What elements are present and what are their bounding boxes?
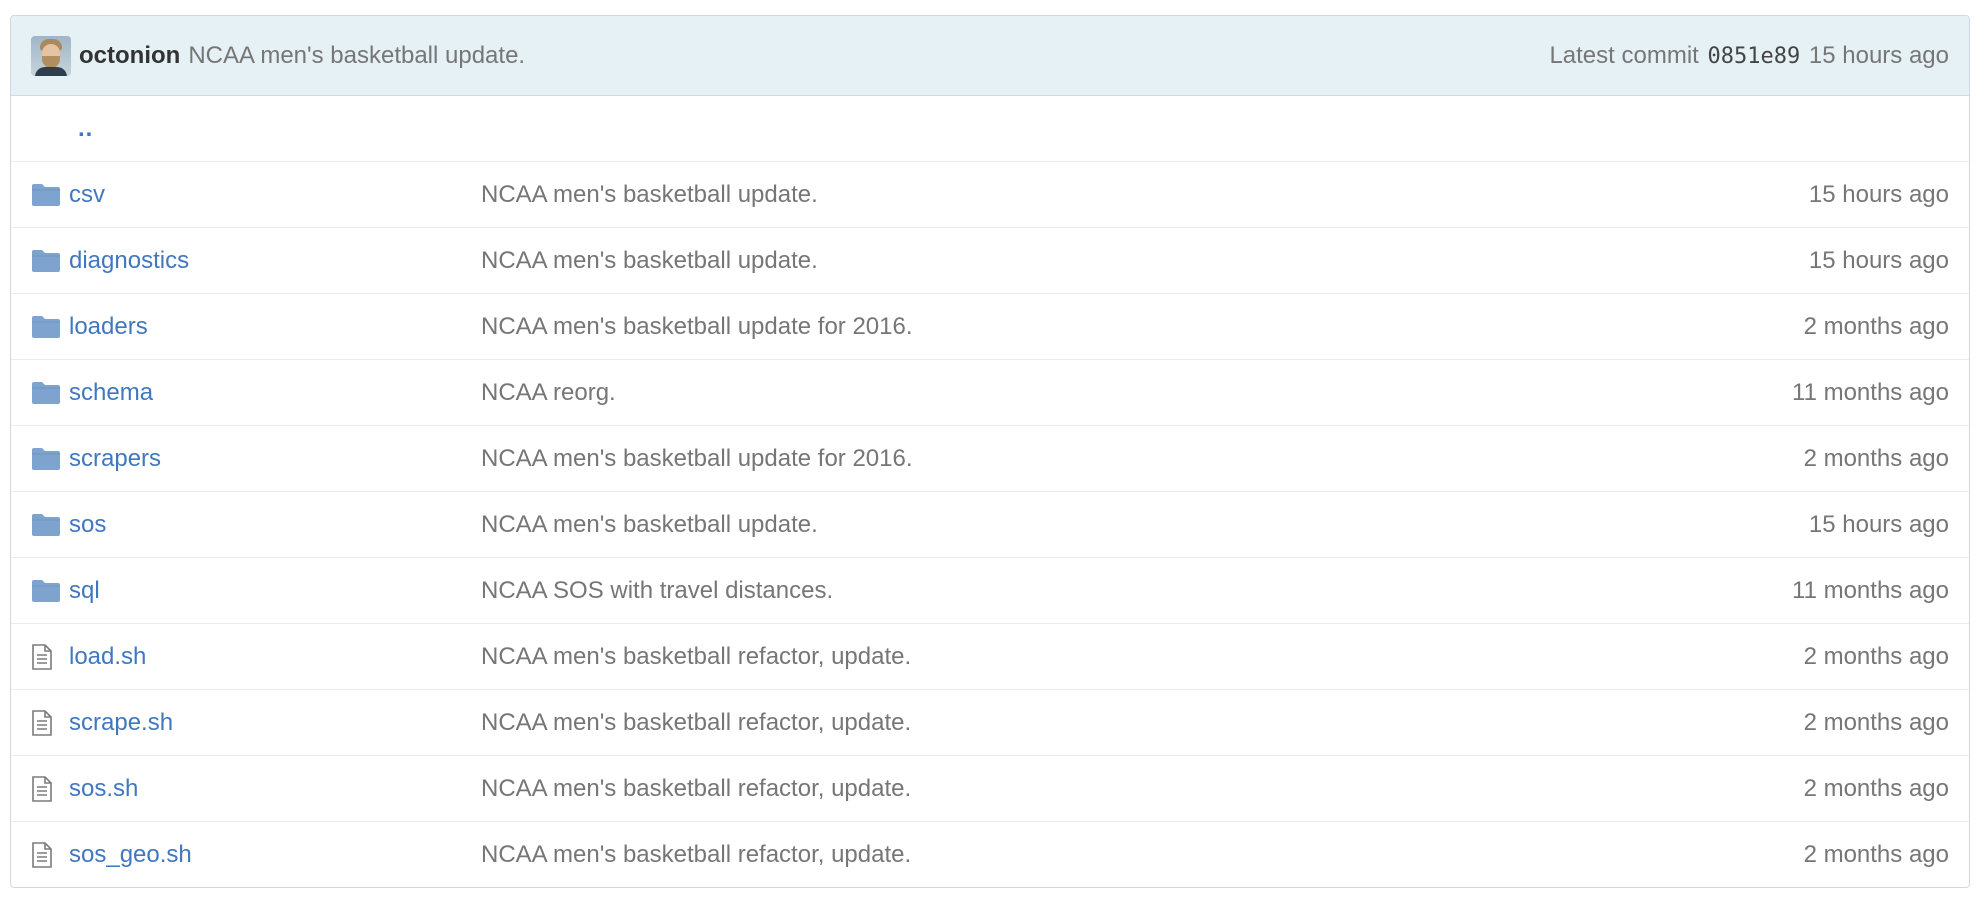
file-commit-message[interactable]: NCAA men's basketball update for 2016. (481, 445, 1804, 473)
folder-icon (31, 447, 69, 471)
file-commit-message[interactable]: NCAA men's basketball update for 2016. (481, 313, 1804, 341)
file-icon (31, 775, 69, 802)
file-commit-age: 11 months ago (1792, 576, 1949, 604)
commit-author-link[interactable]: octonion (79, 42, 180, 70)
file-commit-age: 15 hours ago (1808, 180, 1949, 208)
file-name-cell: csv (69, 181, 481, 209)
file-row: csv NCAA men's basketball update. 15 hours… (11, 161, 1969, 227)
file-commit-age: 11 months ago (1792, 378, 1949, 406)
folder-icon (31, 579, 69, 603)
file-commit-age: 2 months ago (1803, 840, 1949, 868)
file-link[interactable]: sos_geo.sh (69, 841, 192, 868)
commit-age: 15 hours ago (1808, 41, 1949, 69)
file-commit-age: 2 months ago (1803, 708, 1949, 736)
file-commit-age: 2 months ago (1803, 312, 1949, 340)
file-name-cell: sos (69, 511, 481, 539)
file-name-cell: scrapers (69, 445, 481, 473)
file-row: sos_geo.sh NCAA men's basketball refactor… (11, 821, 1969, 887)
file-commit-message[interactable]: NCAA men's basketball refactor, update. (481, 841, 1804, 869)
file-commit-message[interactable]: NCAA SOS with travel distances. (481, 577, 1792, 605)
file-row: scrapers NCAA men's basketball update for… (11, 425, 1969, 491)
parent-directory-row: .. (11, 96, 1969, 161)
file-icon (31, 709, 69, 736)
author-avatar[interactable] (31, 35, 71, 76)
file-row: sos.sh NCAA men's basketball refactor, up… (11, 755, 1969, 821)
directory-link[interactable]: loaders (69, 313, 148, 340)
file-link[interactable]: load.sh (69, 643, 146, 670)
file-commit-age: 2 months ago (1803, 774, 1949, 802)
file-commit-message[interactable]: NCAA men's basketball refactor, update. (481, 775, 1804, 803)
folder-icon (31, 381, 69, 405)
file-icon (31, 643, 69, 670)
parent-directory-link[interactable]: .. (78, 115, 93, 143)
directory-link[interactable]: schema (69, 379, 153, 406)
latest-commit-label: Latest commit (1549, 41, 1699, 69)
latest-commit-bar: octonion NCAA men's basketball update. L… (11, 16, 1969, 96)
file-name-cell: sos.sh (69, 775, 481, 803)
folder-icon (31, 249, 69, 273)
file-row: sql NCAA SOS with travel distances. 11 mon… (11, 557, 1969, 623)
file-list: csv NCAA men's basketball update. 15 hours… (11, 161, 1969, 887)
file-commit-age: 15 hours ago (1808, 246, 1949, 274)
file-row: diagnostics NCAA men's basketball update.… (11, 227, 1969, 293)
file-row: scrape.sh NCAA men's basketball refactor,… (11, 689, 1969, 755)
directory-link[interactable]: diagnostics (69, 247, 189, 274)
file-link[interactable]: scrape.sh (69, 709, 173, 736)
file-commit-age: 15 hours ago (1808, 510, 1949, 538)
file-commit-message[interactable]: NCAA reorg. (481, 379, 1792, 407)
file-commit-age: 2 months ago (1803, 444, 1949, 472)
folder-icon (31, 315, 69, 339)
file-name-cell: schema (69, 379, 481, 407)
file-browser: octonion NCAA men's basketball update. L… (10, 15, 1970, 888)
file-row: loaders NCAA men's basketball update for … (11, 293, 1969, 359)
folder-icon (31, 513, 69, 537)
file-name-cell: sos_geo.sh (69, 841, 481, 869)
file-row: schema NCAA reorg. 11 months ago (11, 359, 1969, 425)
directory-link[interactable]: csv (69, 181, 105, 208)
file-row: sos NCAA men's basketball update. 15 hours… (11, 491, 1969, 557)
file-name-cell: diagnostics (69, 247, 481, 275)
file-commit-message[interactable]: NCAA men's basketball update. (481, 247, 1809, 275)
file-name-cell: scrape.sh (69, 709, 481, 737)
directory-link[interactable]: sql (69, 577, 100, 604)
commit-sha-link[interactable]: 0851e89 (1708, 44, 1801, 69)
file-commit-message[interactable]: NCAA men's basketball update. (481, 181, 1809, 209)
file-name-cell: load.sh (69, 643, 481, 671)
file-row: load.sh NCAA men's basketball refactor, u… (11, 623, 1969, 689)
file-commit-message[interactable]: NCAA men's basketball refactor, update. (481, 643, 1804, 671)
directory-link[interactable]: sos (69, 511, 106, 538)
directory-link[interactable]: scrapers (69, 445, 161, 472)
file-name-cell: sql (69, 577, 481, 605)
file-commit-message[interactable]: NCAA men's basketball refactor, update. (481, 709, 1804, 737)
file-icon (31, 841, 69, 868)
file-link[interactable]: sos.sh (69, 775, 138, 802)
latest-commit-meta: Latest commit 0851e89 15 hours ago (1549, 42, 1949, 70)
file-commit-message[interactable]: NCAA men's basketball update. (481, 511, 1809, 539)
commit-message-link[interactable]: NCAA men's basketball update. (188, 42, 525, 70)
file-commit-age: 2 months ago (1803, 642, 1949, 670)
file-name-cell: loaders (69, 313, 481, 341)
folder-icon (31, 183, 69, 207)
